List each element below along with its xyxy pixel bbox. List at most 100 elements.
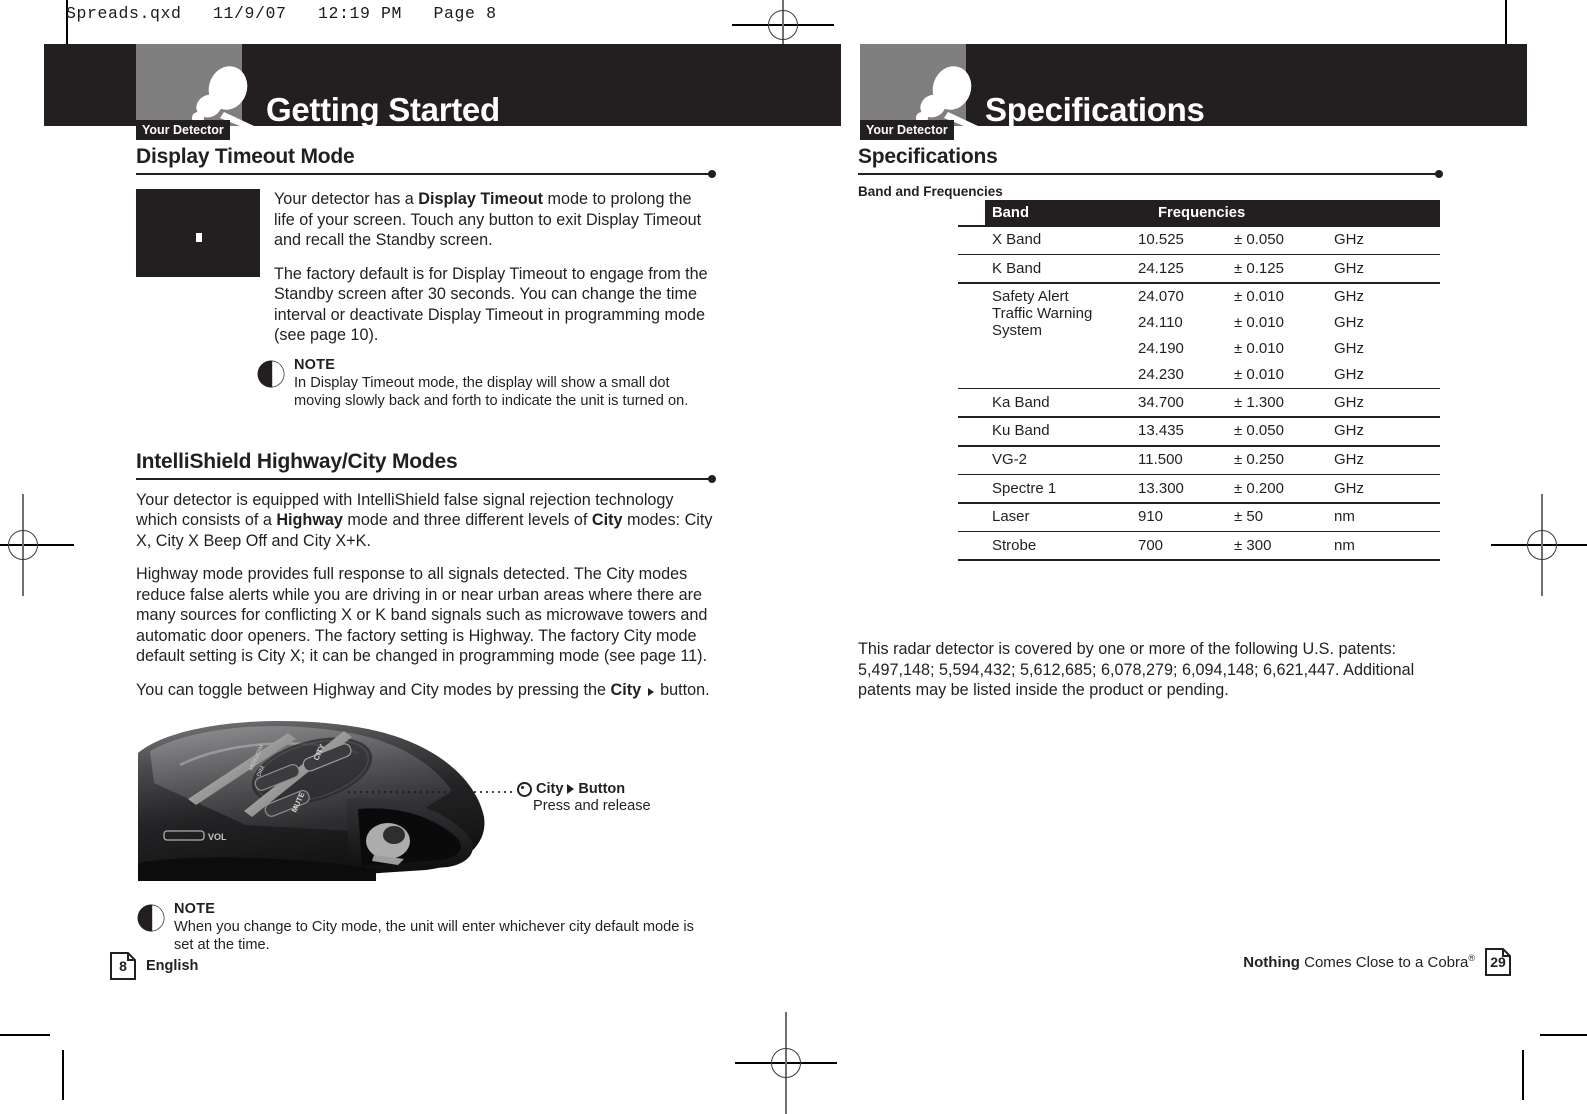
table-row: Strobe 700 ± 300 nm (958, 532, 1440, 559)
cell-band: Ka Band (992, 393, 1050, 411)
table-header-frequencies: Frequencies (1158, 204, 1246, 221)
cell-tolerance: ± 0.010 (1234, 314, 1284, 332)
subheading-band-and-frequencies: Band and Frequencies (858, 184, 1003, 199)
page-number: 8 (119, 958, 127, 974)
cell-tolerance: ± 300 (1234, 536, 1272, 554)
heading-rule (136, 170, 716, 180)
cell-tolerance: ± 0.050 (1234, 231, 1284, 249)
table-row-group-safety-alert: Safety Alert Traffic Warning System 24.0… (958, 284, 1440, 388)
cell-frequency: 24.125 (1138, 259, 1184, 277)
language-label: English (146, 958, 199, 974)
cell-unit: GHz (1334, 259, 1364, 277)
paragraph: Your detector has a Display Timeout mode… (274, 190, 702, 249)
note-icon (256, 359, 286, 389)
callout-heading: City Button (517, 781, 651, 797)
cell-unit: nm (1334, 508, 1355, 526)
left-page-header-band: Your Detector Getting Started (44, 44, 841, 140)
cell-unit: GHz (1334, 231, 1364, 249)
callout-subtitle: Press and release (533, 798, 651, 814)
note-display-timeout: NOTE In Display Timeout mode, the displa… (256, 357, 716, 410)
cell-frequency: 700 (1138, 536, 1164, 554)
table-row: 24.190 ± 0.010 GHz (958, 336, 1440, 362)
cell-band: Spectre 1 (992, 479, 1057, 497)
registration-mark-bottom (735, 1012, 837, 1114)
table-row: Ka Band 34.700 ± 1.300 GHz (958, 389, 1440, 416)
cell-frequency: 24.190 (1138, 340, 1184, 358)
table-row: 24.230 ± 0.010 GHz (958, 362, 1440, 388)
cell-band: Ku Band (992, 422, 1050, 440)
right-page-title: Specifications (985, 91, 1205, 128)
cell-tolerance: ± 0.125 (1234, 259, 1284, 277)
cell-band: Strobe (992, 536, 1037, 554)
page-spread: Spreads.qxd 11/9/07 12:19 PM Page 8 Your… (0, 0, 1587, 1114)
patents-paragraph: This radar detector is covered by one or… (858, 640, 1415, 700)
page-number-badge: 8 (110, 952, 136, 980)
cell-band: X Band (992, 231, 1042, 249)
cell-unit: GHz (1334, 366, 1364, 384)
tagline-rest: Comes Close to a Cobra (1299, 954, 1469, 971)
left-page-title: Getting Started (266, 91, 500, 128)
table-row: X Band 10.525 ± 0.050 GHz (958, 227, 1440, 254)
cell-unit: GHz (1334, 314, 1364, 332)
callout-leader-line (346, 791, 514, 793)
cell-frequency: 24.230 (1138, 366, 1184, 384)
svg-text:VOL: VOL (208, 832, 227, 842)
detector-photo: DIM MUTE MENU/DIM CITY VOL (136, 713, 494, 881)
paragraph: The factory default is for Display Timeo… (274, 264, 708, 345)
tagline-bold: Nothing (1243, 954, 1300, 971)
cell-band: Laser (992, 508, 1030, 526)
section-heading-specifications: Specifications (858, 145, 998, 168)
cell-unit: GHz (1334, 288, 1364, 306)
cell-tolerance: ± 1.300 (1234, 393, 1284, 411)
band-frequency-table: Band Frequencies X Band 10.525 ± 0.050 G… (958, 200, 1440, 561)
group-label-line: System (992, 321, 1043, 339)
cell-tolerance: ± 0.200 (1234, 479, 1284, 497)
left-page-content: Display Timeout Mode Your detector has a… (136, 145, 716, 954)
note-city-mode: NOTE When you change to City mode, the u… (136, 901, 716, 954)
registration-mark-left (0, 494, 74, 596)
table-row: K Band 24.125 ± 0.125 GHz (958, 255, 1440, 282)
crop-mark-bottom-left-horizontal (0, 1034, 50, 1036)
cell-unit: nm (1334, 536, 1355, 554)
note-body: NOTE When you change to City mode, the u… (174, 901, 716, 954)
section-heading-intellishield: IntelliShield Highway/City Modes (136, 449, 458, 473)
crop-mark-bottom-left-vertical (62, 1050, 64, 1100)
paragraph: You can toggle between Highway and City … (136, 680, 710, 699)
registration-mark-top (732, 0, 834, 76)
cell-unit: GHz (1334, 422, 1364, 440)
group-label-line: Traffic Warning (992, 304, 1093, 322)
registered-mark: ® (1468, 953, 1475, 963)
note-body: NOTE In Display Timeout mode, the displa… (294, 357, 716, 410)
cell-unit: GHz (1334, 479, 1364, 497)
cell-tolerance: ± 50 (1234, 508, 1264, 526)
right-page-content: Specifications Band and Frequencies Band… (858, 145, 1443, 699)
cell-frequency: 10.525 (1138, 231, 1184, 249)
table-row: VG-2 11.500 ± 0.250 GHz (958, 447, 1440, 474)
paragraph: Highway mode provides full response to a… (136, 565, 708, 665)
right-page-section-tab: Your Detector (860, 44, 978, 140)
callout-title-suffix: Button (578, 781, 626, 797)
group-label: Safety Alert Traffic Warning System (992, 288, 1092, 339)
section-heading-display-timeout: Display Timeout Mode (136, 145, 355, 168)
page-number-badge: 29 (1485, 948, 1511, 976)
triangle-right-icon (567, 784, 575, 794)
table-header-row: Band Frequencies (985, 200, 1440, 225)
print-slug: Spreads.qxd 11/9/07 12:19 PM Page 8 (66, 4, 497, 23)
table-header-band: Band (992, 204, 1029, 221)
cell-tolerance: ± 0.010 (1234, 366, 1284, 384)
screen-dot-indicator (196, 233, 202, 242)
cell-tolerance: ± 0.250 (1234, 451, 1284, 469)
table-row: Ku Band 13.435 ± 0.050 GHz (958, 418, 1440, 445)
right-page-footer: Nothing Comes Close to a Cobra® 29 (1243, 948, 1511, 976)
triangle-right-icon (647, 687, 654, 696)
display-timeout-text: Your detector has a Display Timeout mode… (274, 189, 716, 359)
right-page-tab-label: Your Detector (860, 120, 954, 140)
heading-rule (858, 170, 1443, 180)
cell-band: K Band (992, 259, 1042, 277)
left-page-tab-label: Your Detector (136, 120, 230, 140)
left-page-footer: 8 English (110, 952, 198, 980)
page-number: 29 (1490, 954, 1506, 970)
display-timeout-block: Your detector has a Display Timeout mode… (136, 189, 716, 359)
note-text: When you change to City mode, the unit w… (174, 919, 694, 953)
cell-frequency: 13.300 (1138, 479, 1184, 497)
